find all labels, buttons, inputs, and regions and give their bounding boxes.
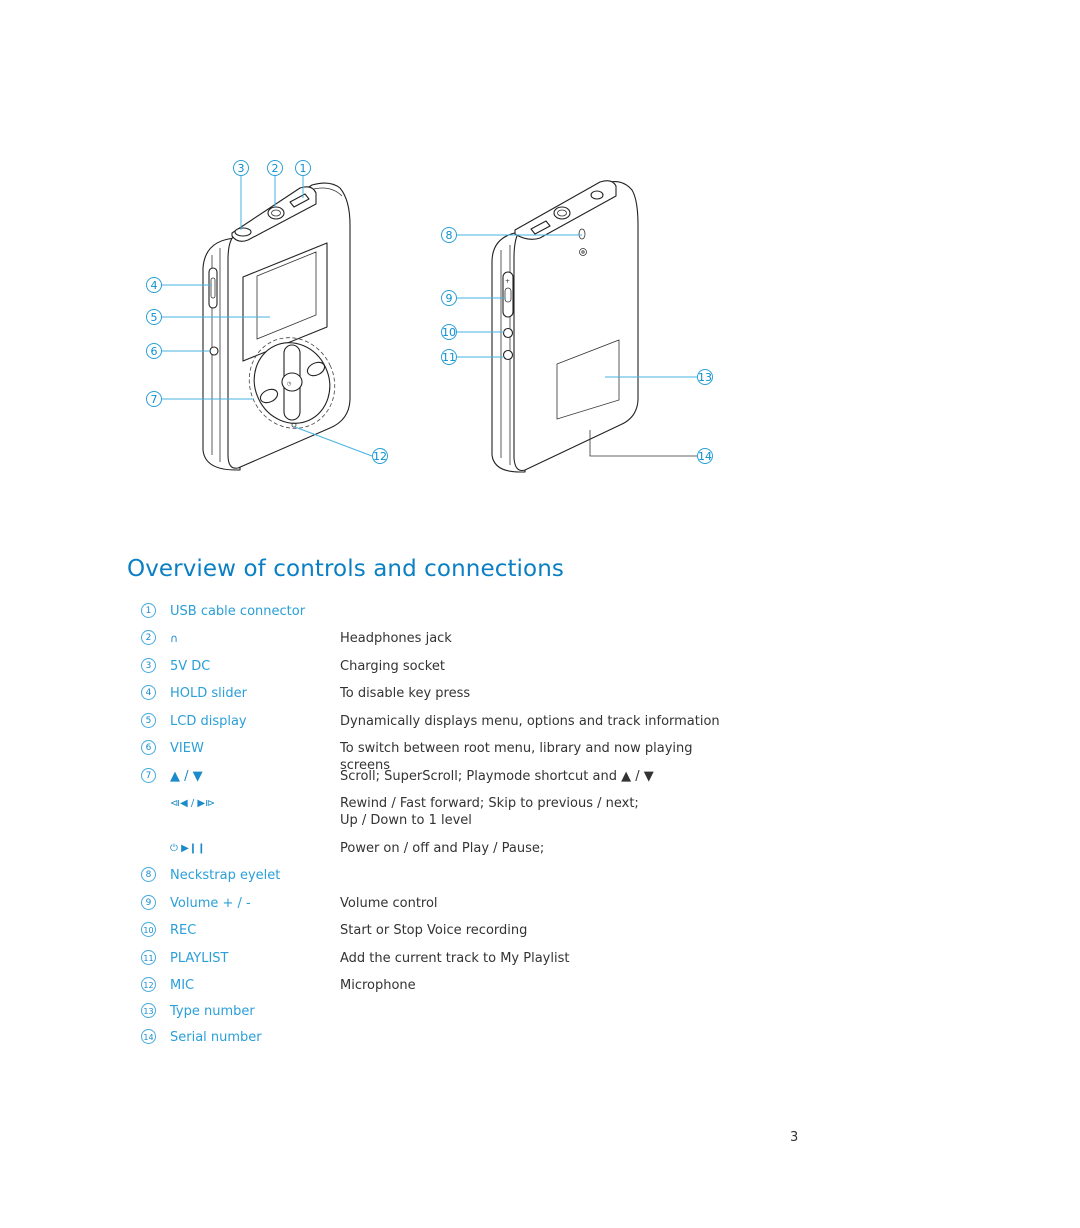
device-illustration: ◷ + 3 2 14567128910111314: [146, 160, 713, 473]
item-number: 8: [141, 867, 156, 882]
item-number: 5: [141, 713, 156, 728]
item-label: PLAYLIST: [170, 951, 229, 966]
item-number: 6: [141, 740, 156, 755]
up-down-arrows-icon: ▲ / ▼: [170, 769, 203, 784]
callout-number-2: 2: [272, 162, 279, 175]
callout-number-3: 3: [238, 162, 245, 175]
item-number: 2: [141, 630, 156, 645]
callout-number-1: 1: [300, 162, 307, 175]
item-label: LCD display: [170, 714, 247, 729]
item-number: 10: [141, 922, 156, 937]
item-description: Dynamically displays menu, options and t…: [340, 714, 720, 729]
back-view-device: +: [491, 180, 639, 473]
svg-text:◷: ◷: [287, 381, 292, 387]
item-number: 13: [141, 1003, 156, 1018]
item-description: To disable key press: [340, 686, 471, 701]
item-number: 4: [141, 685, 156, 700]
callout-number-5: 5: [151, 311, 158, 324]
item-label: USB cable connector: [170, 604, 306, 619]
callout-number-9: 9: [446, 292, 453, 305]
item-label: MIC: [170, 978, 195, 993]
item-label: HOLD slider: [170, 686, 247, 701]
callout-number-6: 6: [151, 345, 158, 358]
item-label: Serial number: [170, 1030, 262, 1045]
item-number: 11: [141, 950, 156, 965]
item-number: 3: [141, 658, 156, 673]
power-play-pause-icon: ⏻ ▶❙❙: [170, 843, 206, 854]
item-number: 1: [141, 603, 156, 618]
item-description: Volume control: [340, 896, 438, 911]
item-description: Rewind / Fast forward; Skip to previous …: [340, 796, 639, 828]
item-description: Add the current track to My Playlist: [340, 951, 570, 966]
item-number: 14: [141, 1029, 156, 1044]
callout-number-7: 7: [151, 393, 158, 406]
page-number: 3: [790, 1130, 799, 1145]
item-description: Power on / off and Play / Pause;: [340, 841, 545, 856]
callout-number-13: 13: [698, 371, 712, 384]
callout-number-10: 10: [442, 326, 456, 339]
item-label: Volume + / -: [170, 896, 251, 911]
item-label: VIEW: [170, 741, 204, 756]
skip-previous-next-icon: ⧏◀ / ▶⧐: [170, 798, 216, 809]
item-description: Headphones jack: [340, 631, 452, 646]
callout-number-12: 12: [373, 450, 387, 463]
svg-text:+: +: [505, 278, 510, 285]
callout-number-14: 14: [698, 450, 712, 463]
item-description: Charging socket: [340, 659, 445, 674]
headphones-icon: ∩: [170, 632, 179, 645]
front-view-device: ◷: [202, 182, 351, 471]
item-label: REC: [170, 923, 197, 938]
callout-number-4: 4: [151, 279, 158, 292]
page-title: Overview of controls and connections: [127, 556, 564, 582]
item-label: 5V DC: [170, 659, 211, 674]
item-description: Scroll; SuperScroll; Playmode shortcut a…: [340, 769, 654, 784]
item-description: Start or Stop Voice recording: [340, 923, 528, 938]
item-description: Microphone: [340, 978, 416, 993]
item-number: 7: [141, 768, 156, 783]
callout-number-8: 8: [446, 229, 453, 242]
item-label: Type number: [170, 1004, 255, 1019]
item-number: 9: [141, 895, 156, 910]
callout-number-11: 11: [442, 351, 456, 364]
item-label: Neckstrap eyelet: [170, 868, 281, 883]
item-number: 12: [141, 977, 156, 992]
